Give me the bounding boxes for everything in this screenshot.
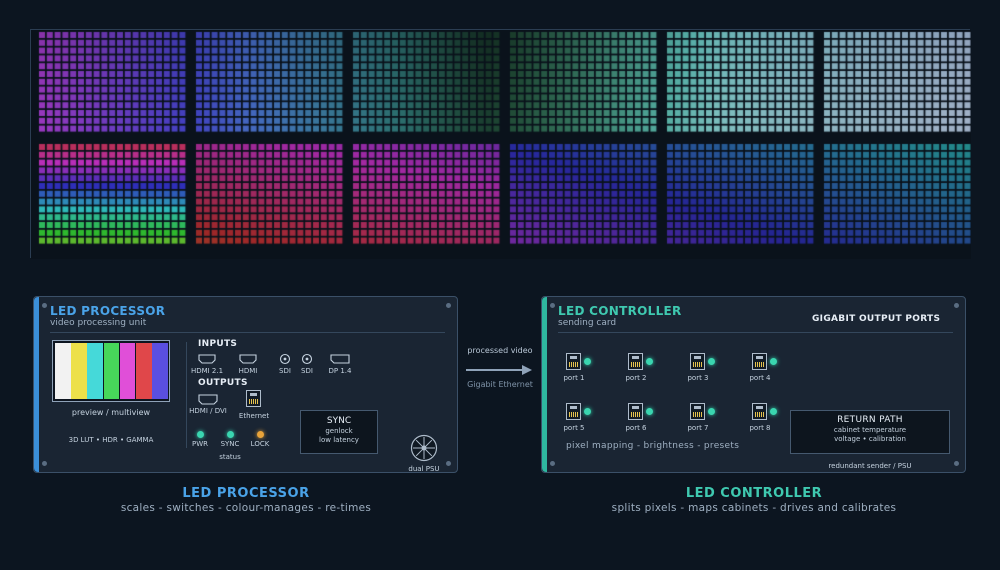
port-led: [770, 358, 777, 365]
port-label: port 3: [687, 374, 709, 382]
led-label: LOCK: [250, 440, 270, 448]
processor-caption-subtitle: scales - switches - colour-manages - re-…: [120, 502, 372, 514]
port-led: [646, 408, 653, 415]
controller-caption-title: LED CONTROLLER: [685, 486, 823, 501]
sync-line: genlock: [325, 427, 353, 435]
output-label: HDMI / DVI: [189, 407, 227, 415]
port-led: [584, 358, 591, 365]
processor-caption-title: LED PROCESSOR: [182, 486, 310, 501]
port-led: [708, 408, 715, 415]
return-path-line: cabinet temperature: [833, 426, 907, 434]
ethernet-port-icon[interactable]: [628, 403, 643, 420]
processor-subtitle: video processing unit: [50, 318, 147, 328]
screw: [550, 303, 555, 308]
hdmi-port-icon[interactable]: [238, 354, 258, 364]
port-led: [646, 358, 653, 365]
port-label: port 5: [563, 424, 585, 432]
color-bar: [55, 343, 71, 399]
preview-monitor: [52, 340, 170, 402]
processor-features: 3D LUT • HDR • GAMMA: [68, 436, 154, 444]
color-bar: [119, 343, 136, 399]
ethernet-port-icon[interactable]: [752, 403, 767, 420]
sdi-port-icon[interactable]: [279, 353, 291, 365]
pwr-led: [197, 431, 204, 438]
return-path-line: voltage • calibration: [834, 435, 906, 443]
ethernet-port-icon[interactable]: [566, 353, 581, 370]
input-label: SDI: [301, 367, 313, 375]
color-bar: [71, 343, 87, 399]
arrow-icon: [466, 365, 532, 375]
input-label: HDMI 2.1: [190, 367, 224, 375]
controller-title: LED CONTROLLER: [558, 304, 682, 318]
return-path-title: RETURN PATH: [837, 415, 903, 425]
input-label: HDMI: [238, 367, 258, 375]
processor-title: LED PROCESSOR: [50, 304, 166, 318]
port-label: port 2: [625, 374, 647, 382]
screw: [42, 461, 47, 466]
ethernet-port-icon[interactable]: [690, 403, 705, 420]
divider: [186, 342, 187, 448]
output-label: Ethernet: [238, 412, 270, 420]
ethernet-port-icon[interactable]: [566, 403, 581, 420]
fan-icon: [410, 434, 438, 462]
led-label: PWR: [191, 440, 208, 448]
port-label: port 8: [749, 424, 771, 432]
link-bottom-label: Gigabit Ethernet: [467, 380, 533, 389]
sync-led: [227, 431, 234, 438]
port-label: port 4: [749, 374, 771, 382]
port-label: port 7: [687, 424, 709, 432]
divider: [50, 332, 445, 333]
hdmi-dvi-port-icon[interactable]: [197, 394, 219, 405]
controller-accent: [542, 297, 547, 472]
port-led: [708, 358, 715, 365]
port-label: port 6: [625, 424, 647, 432]
screw: [446, 461, 451, 466]
sync-title: SYNC: [326, 416, 352, 426]
color-bar: [152, 343, 168, 399]
led-label: SYNC: [220, 440, 240, 448]
screw: [446, 303, 451, 308]
screw: [954, 461, 959, 466]
color-bar: [103, 343, 120, 399]
controller-footer: redundant sender / PSU: [828, 462, 912, 470]
hdmi-port-icon[interactable]: [197, 354, 217, 364]
processor-accent: [34, 297, 39, 472]
input-label: DP 1.4: [328, 367, 352, 375]
psu-label: dual PSU: [408, 465, 440, 473]
controller-features: pixel mapping - brightness - presets: [566, 441, 740, 451]
led-wall-pixels: [31, 30, 971, 259]
sdi-port-icon[interactable]: [301, 353, 313, 365]
screw: [550, 461, 555, 466]
screw: [954, 303, 959, 308]
divider: [558, 332, 953, 333]
color-bar: [87, 343, 104, 399]
port-label: port 1: [563, 374, 585, 382]
preview-label: preview / multiview: [71, 408, 151, 417]
color-bar: [136, 343, 152, 399]
inputs-heading: INPUTS: [198, 339, 238, 349]
lock-led: [257, 431, 264, 438]
ethernet-port-icon[interactable]: [690, 353, 705, 370]
port-led: [770, 408, 777, 415]
ethernet-port-icon[interactable]: [246, 390, 261, 407]
controller-caption-subtitle: splits pixels - maps cabinets - drives a…: [611, 502, 897, 514]
led-wall: [30, 29, 971, 259]
ethernet-port-icon[interactable]: [628, 353, 643, 370]
ports-heading: GIGABIT OUTPUT PORTS: [812, 314, 941, 324]
controller-subtitle: sending card: [558, 318, 617, 328]
link-top-label: processed video: [467, 346, 533, 355]
port-led: [584, 408, 591, 415]
outputs-heading: OUTPUTS: [198, 378, 248, 388]
screw: [42, 303, 47, 308]
sync-line: low latency: [319, 436, 359, 444]
ethernet-port-icon[interactable]: [752, 353, 767, 370]
displayport-icon[interactable]: [329, 354, 351, 364]
status-label: status: [219, 453, 241, 461]
